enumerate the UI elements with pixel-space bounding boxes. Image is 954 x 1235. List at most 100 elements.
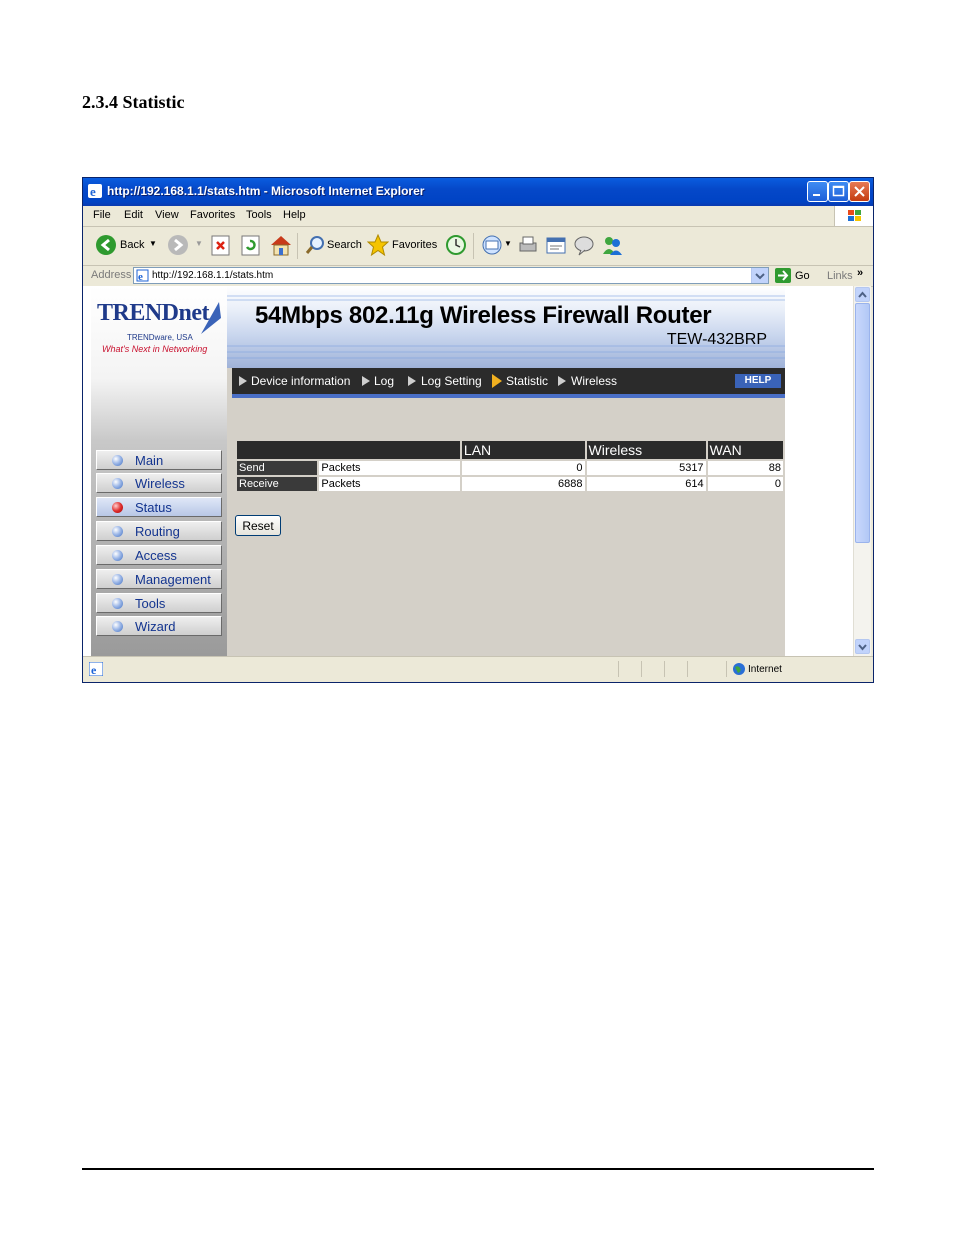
menu-view[interactable]: View [155, 209, 179, 221]
minimize-button[interactable] [807, 181, 828, 202]
go-label[interactable]: Go [795, 270, 810, 282]
nav-label: Tools [135, 596, 166, 611]
maximize-button[interactable] [828, 181, 849, 202]
nav-label: Routing [135, 524, 180, 539]
window-title: http://192.168.1.1/stats.htm - Microsoft… [107, 184, 425, 198]
title-bar[interactable]: e http://192.168.1.1/stats.htm - Microso… [83, 178, 873, 206]
subnav-log[interactable]: Log [374, 374, 394, 388]
subnav-wireless[interactable]: Wireless [571, 374, 617, 388]
favorites-label[interactable]: Favorites [392, 239, 437, 251]
nav-wireless[interactable]: Wireless [96, 473, 222, 493]
menu-edit[interactable]: Edit [124, 209, 143, 221]
chevron-up-icon [858, 291, 867, 298]
menu-tools[interactable]: Tools [246, 209, 272, 221]
reset-button[interactable]: Reset [235, 515, 281, 536]
go-arrow-icon [778, 270, 789, 281]
help-button[interactable]: HELP [735, 374, 781, 388]
arrow-right-active-icon [492, 374, 502, 388]
menu-bar: File Edit View Favorites Tools Help [83, 206, 873, 227]
nav-main[interactable]: Main [96, 450, 222, 470]
nav-label: Status [135, 500, 172, 515]
forward-icon[interactable] [167, 234, 189, 256]
nav-wizard[interactable]: Wizard [96, 616, 222, 636]
subnav-statistic[interactable]: Statistic [506, 374, 548, 388]
refresh-icon[interactable] [241, 234, 261, 256]
svg-text:e: e [90, 184, 96, 198]
mail-icon[interactable] [481, 234, 503, 256]
history-icon[interactable] [445, 234, 467, 256]
subnav-device-information[interactable]: Device information [251, 374, 350, 388]
back-dropdown-icon[interactable]: ▼ [149, 239, 157, 248]
nav-label: Management [135, 572, 211, 587]
nav-label: Main [135, 453, 164, 468]
scroll-up-button[interactable] [855, 287, 870, 302]
back-icon[interactable] [95, 234, 117, 256]
menu-help[interactable]: Help [283, 209, 306, 221]
nav-tools[interactable]: Tools [96, 593, 222, 613]
logo-subtitle: TRENDware, USA [127, 333, 193, 342]
menu-favorites[interactable]: Favorites [190, 209, 235, 221]
ie-icon: e [88, 184, 102, 198]
address-input[interactable]: e http://192.168.1.1/stats.htm [133, 267, 769, 284]
scroll-down-button[interactable] [855, 639, 870, 654]
scroll-thumb[interactable] [855, 303, 870, 543]
globe-icon [733, 663, 745, 675]
nav-bullet-icon [112, 621, 123, 632]
nav-bullet-icon [112, 526, 123, 537]
logo-tagline: What's Next in Networking [102, 344, 208, 354]
subnav-log-setting[interactable]: Log Setting [421, 374, 482, 388]
discuss-icon[interactable] [573, 234, 595, 256]
search-icon[interactable] [305, 234, 327, 256]
nav-management[interactable]: Management [96, 569, 222, 589]
logo-swoosh-icon [201, 302, 221, 334]
menu-file[interactable]: File [93, 209, 111, 221]
statistics-table: LAN Wireless WAN Send Packets 0 5317 88 … [235, 439, 785, 493]
search-label[interactable]: Search [327, 239, 362, 251]
svg-text:e: e [138, 271, 143, 282]
divider [232, 394, 785, 398]
status-divider [687, 661, 688, 677]
close-icon [854, 186, 865, 197]
nav-bullet-icon [112, 478, 123, 489]
links-chevron-icon[interactable]: » [857, 267, 863, 279]
security-zone: Internet [748, 664, 782, 675]
address-bar: Address e http://192.168.1.1/stats.htm G… [83, 266, 873, 287]
mail-dropdown-icon[interactable]: ▼ [504, 239, 512, 248]
edit-icon[interactable] [545, 234, 567, 256]
nav-status[interactable]: Status [96, 497, 222, 517]
links-label[interactable]: Links [827, 270, 853, 282]
cell-wireless: 5317 [586, 461, 706, 475]
go-button[interactable] [775, 268, 791, 283]
toolbar: Back ▼ ▼ Search Favorites ▼ [83, 227, 873, 266]
close-button[interactable] [849, 181, 870, 202]
forward-dropdown-icon[interactable]: ▼ [195, 239, 203, 248]
nav-label: Wizard [135, 619, 176, 634]
page-viewport: TRENDnet TRENDware, USA What's Next in N… [83, 286, 853, 656]
home-icon[interactable] [269, 234, 293, 256]
messenger-icon[interactable] [601, 234, 623, 256]
table-header-row: LAN Wireless WAN [237, 441, 783, 459]
product-model: TEW-432BRP [666, 331, 767, 348]
row-type: Packets [319, 461, 460, 475]
nav-bullet-active-icon [112, 502, 123, 513]
table-row: Receive Packets 6888 614 0 [237, 477, 783, 491]
nav-bullet-icon [112, 550, 123, 561]
product-title: 54Mbps 802.11g Wireless Firewall Router [255, 302, 712, 329]
nav-routing[interactable]: Routing [96, 521, 222, 541]
address-url: http://192.168.1.1/stats.htm [152, 270, 274, 281]
table-header-lan: LAN [461, 441, 585, 459]
vertical-scrollbar[interactable] [853, 286, 871, 656]
nav-label: Access [135, 548, 177, 563]
chevron-down-icon [858, 644, 867, 651]
nav-access[interactable]: Access [96, 545, 222, 565]
back-label[interactable]: Back [120, 239, 144, 251]
print-icon[interactable] [517, 234, 539, 256]
arrow-right-icon [362, 376, 370, 386]
address-dropdown-button[interactable] [751, 268, 768, 283]
stop-icon[interactable] [211, 234, 231, 256]
sub-nav-bar: Device information Log Log Setting Stati… [232, 368, 785, 394]
favorites-star-icon[interactable] [367, 234, 389, 256]
windows-logo-icon [834, 206, 873, 226]
toolbar-separator [473, 233, 474, 259]
row-label: Send [237, 461, 318, 475]
